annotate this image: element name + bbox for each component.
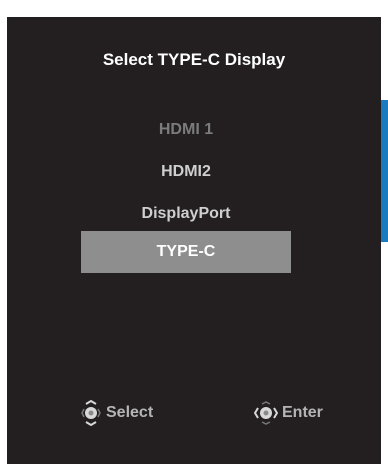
joystick-up-down-icon — [81, 400, 101, 426]
osd-scrollbar[interactable] — [381, 100, 388, 242]
select-hint: Select — [80, 400, 153, 426]
option-hdmi-2[interactable]: HDMI2 — [81, 151, 291, 193]
select-hint-label: Select — [106, 404, 154, 421]
osd-panel: Select TYPE-C Display HDMI 1 HDMI2 Displ… — [7, 17, 388, 464]
enter-hint-label: Enter — [282, 404, 323, 421]
option-hdmi-1[interactable]: HDMI 1 — [81, 109, 291, 151]
joystick-left-right-icon — [254, 401, 278, 425]
enter-hint: Enter — [254, 400, 323, 426]
display-options-menu: HDMI 1 HDMI2 DisplayPort TYPE-C — [7, 17, 381, 464]
option-displayport[interactable]: DisplayPort — [81, 193, 291, 235]
option-type-c[interactable]: TYPE-C — [81, 231, 291, 273]
